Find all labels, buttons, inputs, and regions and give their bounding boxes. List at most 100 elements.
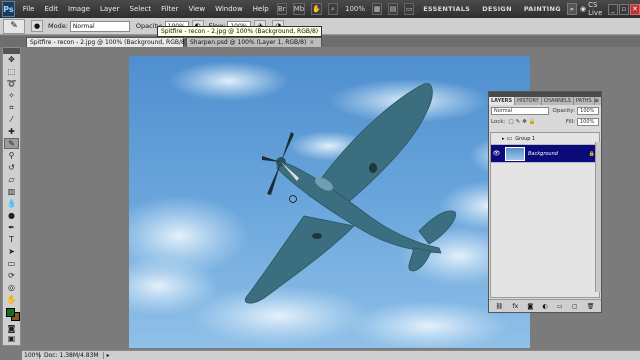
- blur-tool-icon[interactable]: 💧: [4, 198, 19, 209]
- layer-row-group[interactable]: ▸ ▭ Group 1: [491, 133, 599, 145]
- lock-position-icon[interactable]: ✥: [522, 119, 527, 125]
- layer-name[interactable]: Background: [528, 151, 558, 157]
- menu-filter[interactable]: Filter: [156, 5, 183, 13]
- menu-image[interactable]: Image: [63, 5, 95, 13]
- arrange-docs-icon[interactable]: ▤: [388, 3, 399, 15]
- view-extras-icon[interactable]: ▦: [372, 3, 383, 15]
- status-zoom[interactable]: 100%: [22, 352, 41, 359]
- tab-close-icon[interactable]: ×: [309, 39, 314, 46]
- mode-label: Mode:: [48, 22, 68, 30]
- move-tool-icon[interactable]: ✥: [4, 54, 19, 65]
- clone-stamp-tool-icon[interactable]: ⚲: [4, 150, 19, 161]
- eraser-tool-icon[interactable]: ▱: [4, 174, 19, 185]
- fx-icon[interactable]: fx: [512, 303, 518, 310]
- tab-sharpen[interactable]: Sharpen.psd @ 100% (Layer 1, RGB/8) ×: [186, 37, 322, 47]
- lasso-tool-icon[interactable]: ➰: [4, 78, 19, 89]
- close-button[interactable]: ✕: [629, 3, 640, 15]
- layers-footer: ⛓ fx ◙ ◐ ▭ ▢ 🗑: [489, 299, 601, 312]
- dodge-tool-icon[interactable]: ●: [4, 210, 19, 221]
- menu-layer[interactable]: Layer: [95, 5, 125, 13]
- layer-name[interactable]: Group 1: [515, 136, 535, 142]
- brush-size-icon[interactable]: ●: [31, 20, 43, 32]
- tab-history[interactable]: HISTORY: [515, 97, 542, 105]
- tab-tooltip: Spitfire - recon - 2.jpg @ 100% (Backgro…: [157, 26, 323, 37]
- panel-menu-icon[interactable]: ≡: [594, 97, 599, 104]
- fill-label: Fill:: [565, 118, 575, 125]
- status-bar: 100% Doc: 1.38M/4.83M ▸: [22, 350, 640, 360]
- delete-layer-icon[interactable]: 🗑: [587, 303, 595, 310]
- photoshop-logo: Ps: [2, 1, 15, 17]
- tab-label: Sharpen.psd @ 100% (Layer 1, RGB/8): [190, 39, 307, 46]
- maximize-button[interactable]: ▫: [618, 3, 629, 15]
- menu-select[interactable]: Select: [125, 5, 157, 13]
- workspace-painting[interactable]: PAINTING: [518, 5, 567, 13]
- folder-icon: ▭: [506, 135, 513, 142]
- history-brush-tool-icon[interactable]: ↺: [4, 162, 19, 173]
- minibridge-icon[interactable]: Mb: [292, 3, 306, 15]
- menu-help[interactable]: Help: [248, 5, 274, 13]
- layer-opacity-input[interactable]: 100%: [577, 106, 599, 115]
- status-menu-arrow-icon[interactable]: ▸: [104, 352, 113, 359]
- pen-tool-icon[interactable]: ✒: [4, 222, 19, 233]
- adjustment-layer-icon[interactable]: ◐: [542, 303, 547, 310]
- cs-live-button[interactable]: ◉ CS Live: [580, 1, 603, 17]
- crop-tool-icon[interactable]: ⌗: [4, 102, 19, 113]
- lock-all-icon[interactable]: 🔒: [529, 119, 536, 125]
- layers-panel: LAYERS HISTORY CHANNELS PATHS ≡ Normal O…: [488, 91, 602, 313]
- menu-file[interactable]: File: [18, 5, 40, 13]
- menu-edit[interactable]: Edit: [39, 5, 63, 13]
- shape-tool-icon[interactable]: ▭: [4, 258, 19, 269]
- lock-label: Lock:: [491, 118, 506, 125]
- bridge-icon[interactable]: Br: [276, 3, 287, 15]
- workspace-design[interactable]: DESIGN: [476, 5, 518, 13]
- healing-tool-icon[interactable]: ✚: [4, 126, 19, 137]
- cs-live-icon: ◉: [579, 5, 587, 13]
- tools-panel: ✥ ⬚ ➰ ✧ ⌗ ⁄ ✚ ✎ ⚲ ↺ ▱ ▥ 💧 ● ✒ T ➤ ▭ ⟳ ◎ …: [2, 47, 21, 346]
- new-group-icon[interactable]: ▭: [557, 303, 563, 310]
- 3d-rotate-tool-icon[interactable]: ⟳: [4, 270, 19, 281]
- minimize-button[interactable]: _: [607, 3, 618, 15]
- screen-mode-tool-icon[interactable]: ▣: [4, 333, 19, 344]
- zoom-level[interactable]: 100%: [341, 5, 369, 13]
- screen-mode-icon[interactable]: ▭: [404, 3, 415, 15]
- gradient-tool-icon[interactable]: ▥: [4, 186, 19, 197]
- lock-transparency-icon[interactable]: ▢: [508, 119, 513, 125]
- foreground-color-swatch[interactable]: [6, 308, 15, 317]
- tab-label: Spitfire - recon - 2.jpg @ 100% (Backgro…: [30, 39, 188, 46]
- path-select-tool-icon[interactable]: ➤: [4, 246, 19, 257]
- tab-layers[interactable]: LAYERS: [489, 97, 516, 105]
- more-workspaces-button[interactable]: »: [566, 3, 577, 15]
- expand-arrow-icon[interactable]: ▸: [502, 136, 505, 142]
- layer-list: ▸ ▭ Group 1 👁 Background 🔒: [490, 132, 600, 298]
- new-layer-icon[interactable]: ▢: [572, 303, 578, 310]
- hand-tool-icon[interactable]: ✋: [4, 294, 19, 305]
- brush-tool-icon[interactable]: ✎: [4, 138, 19, 149]
- layer-row-background[interactable]: 👁 Background 🔒: [491, 145, 599, 163]
- quick-select-tool-icon[interactable]: ✧: [4, 90, 19, 101]
- blend-row: Normal Opacity: 100%: [489, 105, 601, 116]
- menu-view[interactable]: View: [183, 5, 210, 13]
- 3d-orbit-tool-icon[interactable]: ◎: [4, 282, 19, 293]
- layers-scrollbar[interactable]: [595, 142, 601, 292]
- mode-select[interactable]: Normal: [69, 20, 130, 32]
- blend-mode-select[interactable]: Normal: [491, 106, 549, 115]
- opacity-label: Opacity:: [552, 107, 576, 114]
- tab-spitfire[interactable]: Spitfire - recon - 2.jpg @ 100% (Backgro…: [26, 37, 195, 47]
- hand-icon[interactable]: ✋: [311, 3, 322, 15]
- link-layers-icon[interactable]: ⛓: [496, 303, 504, 310]
- brush-preset-icon[interactable]: ✎: [3, 18, 25, 34]
- menu-bar: Ps File Edit Image Layer Select Filter V…: [0, 0, 640, 18]
- visibility-icon[interactable]: 👁: [491, 150, 502, 157]
- type-tool-icon[interactable]: T: [4, 234, 19, 245]
- workspace-essentials[interactable]: ESSENTIALS: [417, 5, 476, 13]
- lock-pixels-icon[interactable]: ✎: [516, 119, 521, 125]
- zoom-icon[interactable]: ⌕: [327, 3, 338, 15]
- fill-input[interactable]: 100%: [577, 117, 599, 126]
- tab-paths[interactable]: PATHS: [574, 97, 595, 105]
- document-canvas[interactable]: [129, 56, 530, 348]
- marquee-tool-icon[interactable]: ⬚: [4, 66, 19, 77]
- eyedropper-tool-icon[interactable]: ⁄: [4, 114, 19, 125]
- menu-window[interactable]: Window: [210, 5, 248, 13]
- add-mask-icon[interactable]: ◙: [527, 303, 533, 310]
- tab-channels[interactable]: CHANNELS: [542, 97, 574, 105]
